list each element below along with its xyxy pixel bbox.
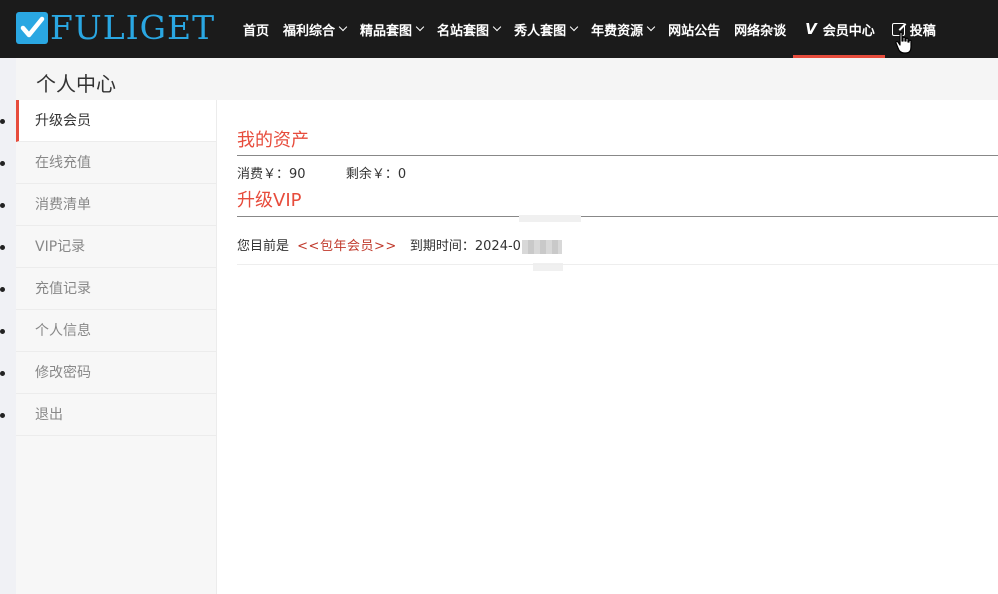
sidebar-item-profile[interactable]: 个人信息 [16, 310, 216, 352]
chevron-down-icon [569, 22, 579, 32]
assets-section-title: 我的资产 [237, 130, 309, 151]
nav-item-home[interactable]: 首页 [236, 0, 276, 58]
redaction-blur [519, 215, 581, 222]
sidebar-item-spending-list[interactable]: 消费清单 [16, 184, 216, 226]
page-title: 个人中心 [36, 72, 116, 96]
top-navigation-bar: FULIGET 首页 福利综合 精品套图 名站套图 秀人套图 年费资源 网站公告… [0, 0, 998, 58]
site-logo[interactable]: FULIGET [16, 10, 215, 46]
nav-item-site-sets[interactable]: 名站套图 [430, 0, 507, 58]
list-bullet [0, 119, 5, 124]
vimeo-v-icon: V [805, 20, 817, 38]
sidebar-item-vip-records[interactable]: VIP记录 [16, 226, 216, 268]
vip-section-title: 升级VIP [237, 190, 302, 211]
main-content: 我的资产 消费￥：90 剩余￥：0 升级VIP 您目前是 <<包年会员>> 到期… [217, 100, 998, 594]
redaction-blur [521, 239, 562, 254]
vip-level-badge: <<包年会员>> [297, 239, 397, 254]
divider [237, 216, 998, 217]
logo-text: FULIGET [50, 8, 216, 47]
chevron-down-icon [492, 22, 502, 32]
chevron-down-icon [338, 22, 348, 32]
hand-cursor-icon [895, 31, 912, 54]
nav-item-submit-post[interactable]: 投稿 [885, 0, 943, 58]
list-bullet [0, 413, 5, 418]
vip-status-row: 您目前是 <<包年会员>> 到期时间：2024-0 [237, 235, 562, 254]
chevron-down-icon [646, 22, 656, 32]
current-level-label: 您目前是 [237, 239, 290, 254]
list-bullet [0, 203, 5, 208]
list-bullet [0, 287, 5, 292]
balance-value: 0 [397, 167, 407, 182]
divider [237, 264, 998, 265]
nav-item-annual-resources[interactable]: 年费资源 [584, 0, 661, 58]
list-bullet [0, 371, 5, 376]
nav-item-member-center[interactable]: V 会员中心 [793, 0, 885, 58]
nav-item-premium-sets[interactable]: 精品套图 [353, 0, 430, 58]
sidebar-item-online-recharge[interactable]: 在线充值 [16, 142, 216, 184]
sidebar-item-logout[interactable]: 退出 [16, 394, 216, 436]
left-gutter [0, 58, 16, 594]
sidebar: 升级会员 在线充值 消费清单 VIP记录 充值记录 个人信息 修改密码 退出 [16, 100, 217, 594]
main-nav: 首页 福利综合 精品套图 名站套图 秀人套图 年费资源 网站公告 网络杂谈 V … [236, 0, 943, 58]
list-bullet [0, 245, 5, 250]
sidebar-item-upgrade-member[interactable]: 升级会员 [16, 100, 216, 142]
nav-item-misc-talk[interactable]: 网络杂谈 [727, 0, 793, 58]
nav-item-welfare[interactable]: 福利综合 [276, 0, 353, 58]
list-bullet [0, 161, 5, 166]
sidebar-item-recharge-records[interactable]: 充值记录 [16, 268, 216, 310]
expire-label: 到期时间： [409, 239, 475, 254]
divider [237, 155, 998, 156]
list-bullet [0, 329, 5, 334]
asset-summary: 消费￥：90 剩余￥：0 [237, 163, 406, 182]
spent-label: 消费￥： [237, 167, 290, 182]
balance-label: 剩余￥： [345, 167, 398, 182]
spent-value: 90 [289, 167, 306, 182]
chevron-down-icon [415, 22, 425, 32]
expire-value: 2024-0 [474, 239, 521, 254]
sidebar-item-change-password[interactable]: 修改密码 [16, 352, 216, 394]
checkmark-logo-icon [16, 12, 48, 44]
nav-item-announcements[interactable]: 网站公告 [661, 0, 727, 58]
nav-item-xiuren-sets[interactable]: 秀人套图 [507, 0, 584, 58]
page-header: 个人中心 [16, 58, 998, 100]
